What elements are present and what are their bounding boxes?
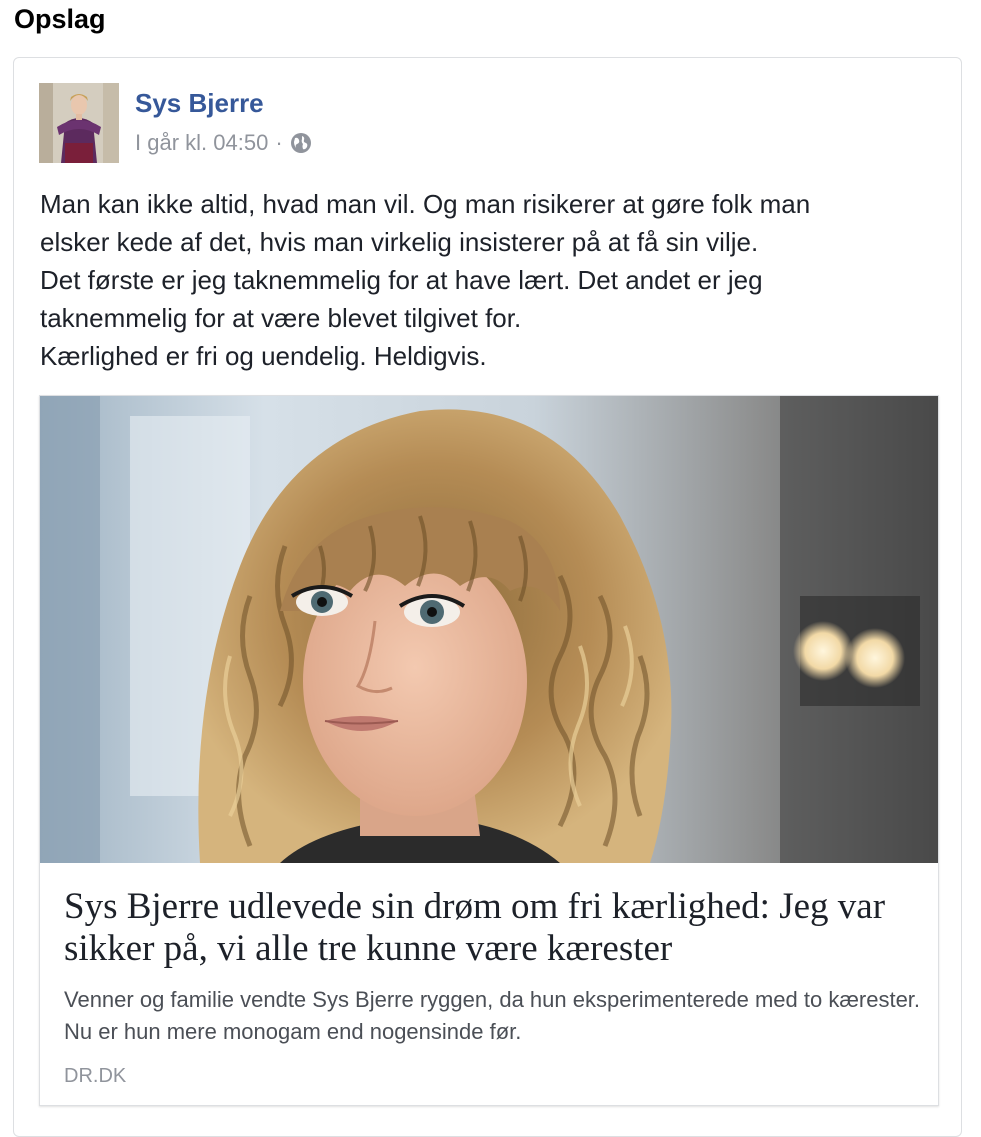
link-domain: DR.DK [64, 1065, 127, 1087]
post-meta: I går kl. 04:50 · [135, 128, 312, 158]
post-text-line: taknemmelig for at være blevet tilgivet … [40, 303, 522, 333]
post-text-line: Kærlighed er fri og uendelig. Heldigvis. [40, 341, 487, 371]
link-preview-image[interactable] [40, 396, 938, 863]
link-description: Venner og familie vendte Sys Bjerre rygg… [64, 987, 921, 1044]
globe-icon[interactable] [290, 132, 312, 154]
section-title: Opslag [14, 4, 106, 34]
post-text-line: elsker kede af det, hvis man virkelig in… [40, 227, 759, 257]
avatar-image [39, 83, 119, 163]
post-text-line: Man kan ikke altid, hvad man vil. Og man… [40, 189, 811, 219]
post-text-line: Det første er jeg taknemmelig for at hav… [40, 265, 763, 295]
post-timestamp[interactable]: I går kl. 04:50 [135, 128, 268, 158]
meta-separator: · [275, 130, 283, 155]
link-title[interactable]: Sys Bjerre udlevede sin drøm om fri kærl… [64, 886, 914, 970]
link-preview-card[interactable]: Sys Bjerre udlevede sin drøm om fri kærl… [39, 395, 939, 1106]
post-text: Man kan ikke altid, hvad man vil. Og man… [40, 185, 940, 375]
author-name[interactable]: Sys Bjerre [135, 86, 264, 120]
post-card: Sys Bjerre I går kl. 04:50 · Man kan ikk… [13, 57, 962, 1137]
avatar[interactable] [39, 83, 119, 163]
